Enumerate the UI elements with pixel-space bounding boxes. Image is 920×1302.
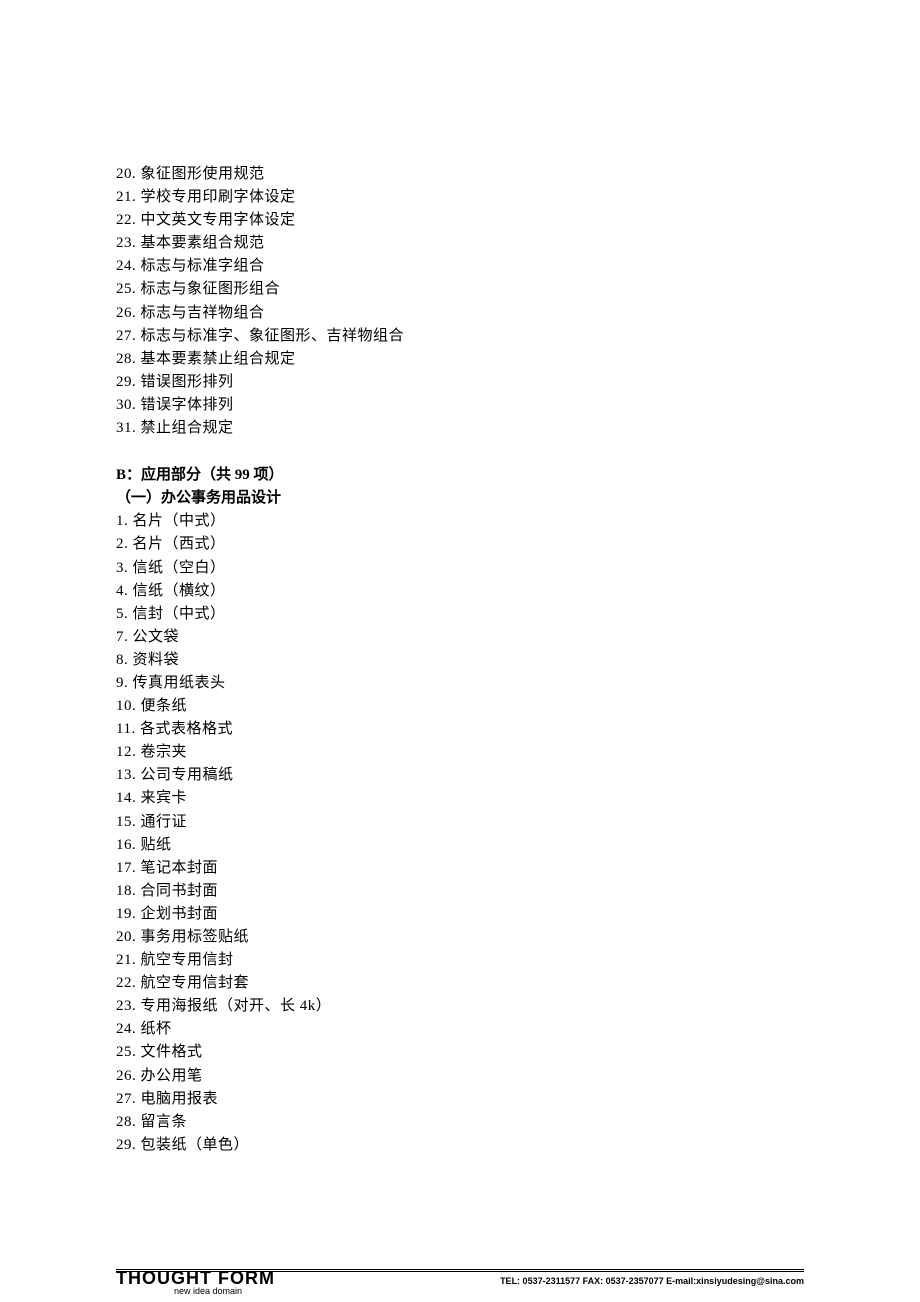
list-item: 15. 通行证 [116,811,920,834]
list-item: 22. 中文英文专用字体设定 [116,209,920,232]
list-item: 7. 公文袋 [116,626,920,649]
list-item: 30. 错误字体排列 [116,394,920,417]
list-item: 9. 传真用纸表头 [116,672,920,695]
list-item: 21. 学校专用印刷字体设定 [116,186,920,209]
list-item: 22. 航空专用信封套 [116,972,920,995]
list-item: 26. 标志与吉祥物组合 [116,302,920,325]
list-item: 18. 合同书封面 [116,880,920,903]
list-item: 23. 专用海报纸（对开、长 4k） [116,995,920,1018]
list-item: 20. 象征图形使用规范 [116,163,920,186]
page-footer: THOUGHT FORM new idea domain TEL: 0537-2… [0,1269,920,1296]
list-item: 21. 航空专用信封 [116,949,920,972]
list-item: 13. 公司专用稿纸 [116,764,920,787]
list-item: 28. 基本要素禁止组合规定 [116,348,920,371]
list-item: 10. 便条纸 [116,695,920,718]
list-item: 28. 留言条 [116,1111,920,1134]
list-item: 31. 禁止组合规定 [116,417,920,440]
list-top: 20. 象征图形使用规范21. 学校专用印刷字体设定22. 中文英文专用字体设定… [116,163,920,440]
list-item: 12. 卷宗夹 [116,741,920,764]
list-item: 27. 电脑用报表 [116,1088,920,1111]
list-item: 29. 错误图形排列 [116,371,920,394]
list-item: 25. 文件格式 [116,1041,920,1064]
list-item: 4. 信纸（横纹） [116,580,920,603]
list-item: 27. 标志与标准字、象征图形、吉祥物组合 [116,325,920,348]
list-item: 14. 来宾卡 [116,787,920,810]
section-b-subheader: （一）办公事务用品设计 [116,487,920,510]
list-item: 16. 贴纸 [116,834,920,857]
list-item: 5. 信封（中式） [116,603,920,626]
footer-contact: TEL: 0537-2311577 FAX: 0537-2357077 E-ma… [500,1276,804,1286]
list-item: 24. 纸杯 [116,1018,920,1041]
list-item: 8. 资料袋 [116,649,920,672]
list-item: 20. 事务用标签贴纸 [116,926,920,949]
list-item: 17. 笔记本封面 [116,857,920,880]
list-item: 26. 办公用笔 [116,1065,920,1088]
list-item: 3. 信纸（空白） [116,557,920,580]
document-content: 20. 象征图形使用规范21. 学校专用印刷字体设定22. 中文英文专用字体设定… [0,0,920,1157]
list-item: 19. 企划书封面 [116,903,920,926]
list-item: 29. 包装纸（单色） [116,1134,920,1157]
list-item: 1. 名片（中式） [116,510,920,533]
list-item: 23. 基本要素组合规范 [116,232,920,255]
list-item: 25. 标志与象征图形组合 [116,278,920,301]
list-item: 24. 标志与标准字组合 [116,255,920,278]
footer-logo-block: THOUGHT FORM new idea domain [116,1268,275,1296]
list-item: 11. 各式表格格式 [116,718,920,741]
section-b-header: B：应用部分（共 99 项） [116,464,920,487]
list-item: 2. 名片（西式） [116,533,920,556]
list-bottom: 1. 名片（中式）2. 名片（西式）3. 信纸（空白）4. 信纸（横纹）5. 信… [116,510,920,1157]
